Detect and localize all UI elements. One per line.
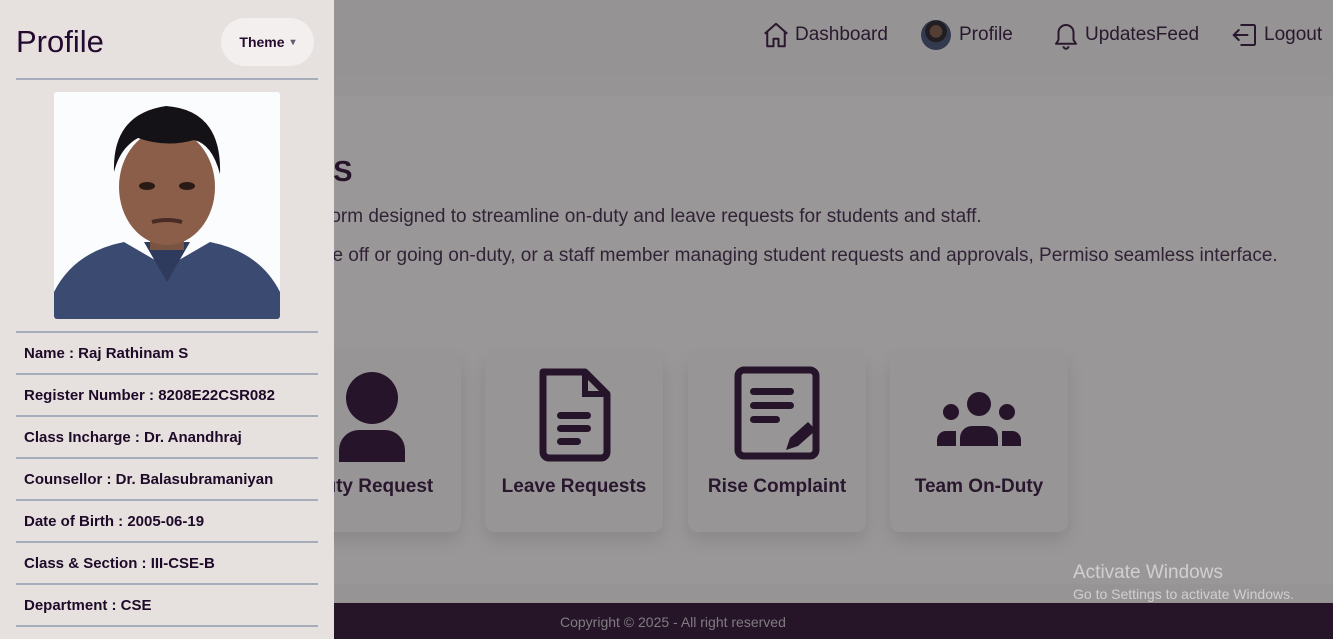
divider	[16, 457, 318, 459]
profile-register-number: Register Number : 8208E22CSR082	[24, 387, 275, 404]
divider	[16, 331, 318, 333]
divider	[16, 415, 318, 417]
divider	[16, 373, 318, 375]
profile-class-incharge: Class Incharge : Dr. Anandhraj	[24, 429, 242, 446]
profile-drawer: Profile Theme ▾ Name : Raj Rathinam S Re…	[0, 0, 334, 639]
divider	[16, 583, 318, 585]
chevron-down-icon: ▾	[290, 36, 296, 48]
drawer-title: Profile	[16, 24, 104, 59]
theme-label: Theme	[239, 34, 285, 50]
divider	[16, 625, 318, 627]
watermark-subtitle: Go to Settings to activate Windows.	[1073, 586, 1294, 602]
profile-photo	[54, 92, 280, 319]
profile-name: Name : Raj Rathinam S	[24, 345, 189, 362]
divider	[16, 78, 318, 80]
profile-counsellor: Counsellor : Dr. Balasubramaniyan	[24, 471, 274, 488]
activate-windows-watermark: Activate Windows Go to Settings to activ…	[1073, 562, 1294, 602]
profile-date-of-birth: Date of Birth : 2005-06-19	[24, 513, 205, 530]
profile-department: Department : CSE	[24, 597, 152, 614]
profile-class-section: Class & Section : III-CSE-B	[24, 555, 215, 572]
divider	[16, 541, 318, 543]
divider	[16, 499, 318, 501]
watermark-title: Activate Windows	[1073, 562, 1223, 583]
theme-dropdown-button[interactable]: Theme ▾	[221, 18, 314, 66]
